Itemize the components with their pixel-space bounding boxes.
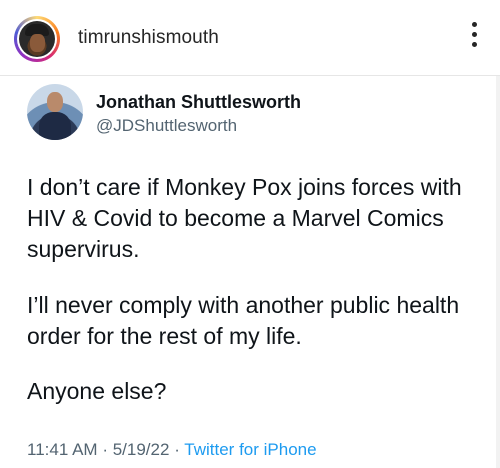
tweet-time: 11:41 AM [27,440,98,459]
tweet-author-avatar [27,84,83,140]
avatar-photo [19,21,55,57]
post-header: timrunshismouth [0,0,500,76]
tweet-metadata: 11:41 AM · 5/19/22 · Twitter for iPhone [27,440,317,460]
tweet-paragraph: I’ll never comply with another public he… [27,292,460,349]
meta-separator: · [102,440,108,459]
tweet-author-handle: @JDShuttlesworth [96,116,238,135]
tweet-paragraph: Anyone else? [27,378,167,404]
tweet-source: Twitter for iPhone [184,440,317,459]
poster-username[interactable]: timrunshismouth [78,27,219,49]
meta-separator: · [174,440,180,459]
tweet-date: 5/19/22 [112,440,170,459]
tweet-author-name: Jonathan Shuttlesworth [96,92,302,112]
poster-avatar[interactable] [14,16,60,62]
scrollbar[interactable] [496,76,500,468]
tweet-paragraph: I don’t care if Monkey Pox joins forces … [27,174,462,262]
more-vertical-icon[interactable] [470,22,478,52]
